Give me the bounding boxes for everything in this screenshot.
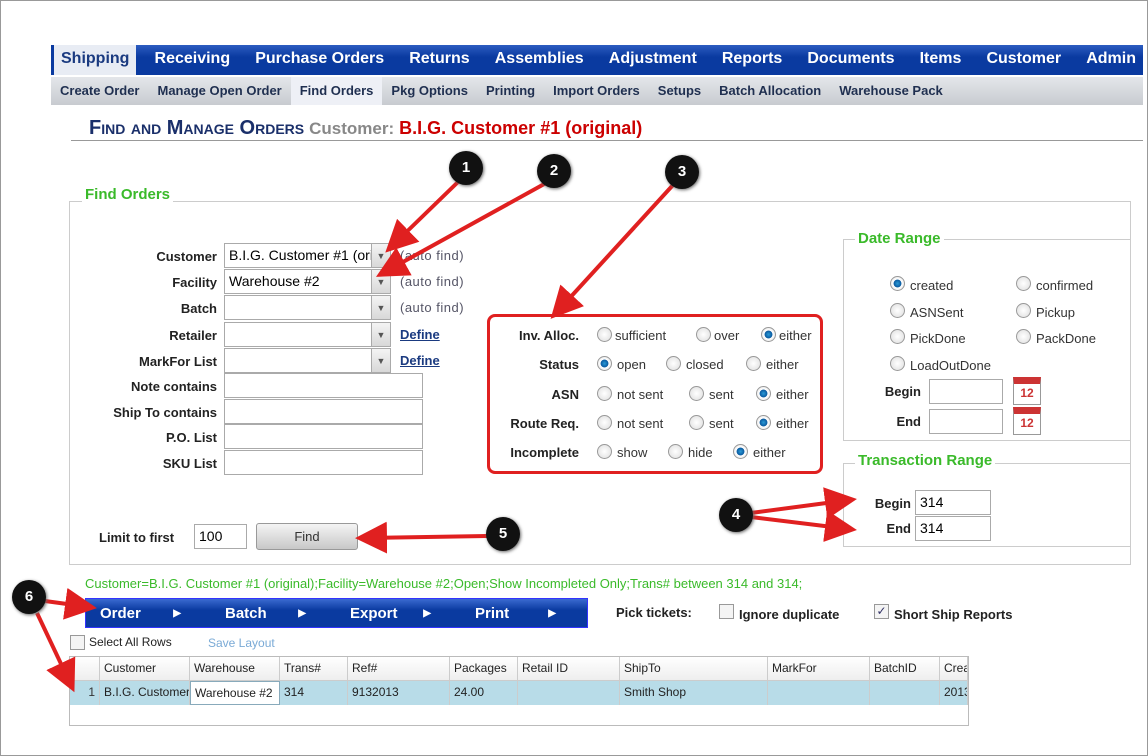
callout-6: 6 [12, 580, 46, 614]
arrow-4a [750, 487, 857, 520]
arrow-6a [44, 587, 97, 620]
callout-3: 3 [665, 155, 699, 189]
callout-4: 4 [719, 498, 753, 532]
arrow-6b [35, 612, 76, 693]
callout-arrows [35, 179, 857, 693]
arrow-3 [550, 183, 675, 319]
callout-1: 1 [449, 151, 483, 185]
arrow-4b [750, 510, 857, 542]
arrow-5 [355, 521, 488, 554]
callout-5: 5 [486, 517, 520, 551]
arrow-2 [375, 181, 547, 277]
callout-2: 2 [537, 154, 571, 188]
